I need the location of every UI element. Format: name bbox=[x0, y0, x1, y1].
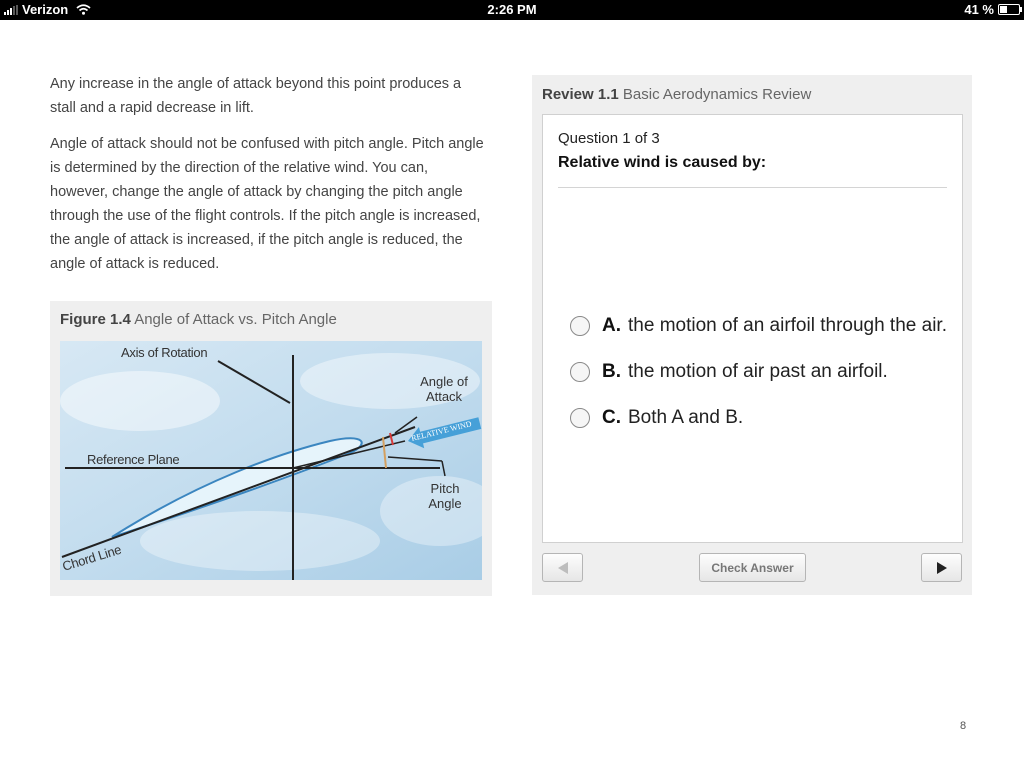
reference-plane-label: Reference Plane bbox=[87, 452, 179, 467]
cloud bbox=[60, 371, 220, 431]
review-title: Review 1.1 Basic Aerodynamics Review bbox=[542, 86, 811, 103]
option-letter: A. bbox=[602, 315, 621, 336]
question-panel: Question 1 of 3 Relative wind is caused … bbox=[542, 114, 963, 543]
review-title-text: Basic Aerodynamics Review bbox=[622, 86, 812, 103]
body-text: Any increase in the angle of attack beyo… bbox=[50, 72, 490, 288]
answer-option-c[interactable]: C. Both A and B. bbox=[570, 395, 947, 441]
status-right: 41 % bbox=[964, 2, 1022, 17]
option-letter: B. bbox=[602, 361, 621, 382]
option-text: the motion of air past an airfoil. bbox=[628, 361, 888, 382]
option-letter: C. bbox=[602, 407, 621, 428]
previous-button[interactable] bbox=[542, 553, 583, 582]
radio-icon[interactable] bbox=[570, 362, 590, 382]
battery-icon bbox=[998, 4, 1022, 15]
option-text: Both A and B. bbox=[628, 407, 744, 428]
pitch-angle-label: Angle bbox=[428, 496, 461, 511]
next-arrow-icon bbox=[936, 561, 947, 574]
prev-arrow-icon bbox=[557, 561, 568, 574]
answer-options: A. the motion of an airfoil through the … bbox=[570, 303, 947, 441]
page-number: 8 bbox=[960, 720, 967, 732]
axis-of-rotation-label: Axis of Rotation bbox=[121, 345, 207, 360]
pitch-angle-label: Pitch bbox=[431, 481, 460, 496]
option-text: the motion of an airfoil through the air… bbox=[628, 315, 947, 336]
figure-caption: Figure 1.4 Angle of Attack vs. Pitch Ang… bbox=[60, 311, 337, 328]
answer-option-a[interactable]: A. the motion of an airfoil through the … bbox=[570, 303, 947, 349]
angle-of-attack-diagram: RELATIVE WIND Axis of Rotation Angle of … bbox=[60, 341, 482, 580]
next-button[interactable] bbox=[921, 553, 962, 582]
divider bbox=[558, 187, 947, 188]
answer-option-b[interactable]: B. the motion of air past an airfoil. bbox=[570, 349, 947, 395]
figure: Figure 1.4 Angle of Attack vs. Pitch Ang… bbox=[50, 301, 492, 596]
radio-icon[interactable] bbox=[570, 316, 590, 336]
angle-of-attack-label: Angle of bbox=[420, 374, 468, 389]
check-answer-button[interactable]: Check Answer bbox=[699, 553, 806, 582]
question-text: Relative wind is caused by: bbox=[558, 154, 767, 171]
figure-number: Figure 1.4 bbox=[60, 311, 131, 328]
paragraph: Angle of attack should not be confused w… bbox=[50, 136, 484, 272]
status-time: 2:26 PM bbox=[487, 2, 537, 17]
paragraph: Any increase in the angle of attack beyo… bbox=[50, 76, 462, 116]
battery-percent: 41 % bbox=[964, 2, 994, 17]
status-bar: Verizon 2:26 PM 41 % bbox=[0, 0, 1024, 20]
figure-title: Angle of Attack vs. Pitch Angle bbox=[134, 311, 337, 328]
radio-icon[interactable] bbox=[570, 408, 590, 428]
review-widget: Review 1.1 Basic Aerodynamics Review Que… bbox=[532, 75, 972, 595]
battery-fill bbox=[1000, 6, 1008, 13]
review-number: Review 1.1 bbox=[542, 86, 619, 103]
question-count: Question 1 of 3 bbox=[558, 130, 660, 147]
angle-of-attack-label: Attack bbox=[426, 389, 463, 404]
cloud bbox=[140, 511, 380, 571]
